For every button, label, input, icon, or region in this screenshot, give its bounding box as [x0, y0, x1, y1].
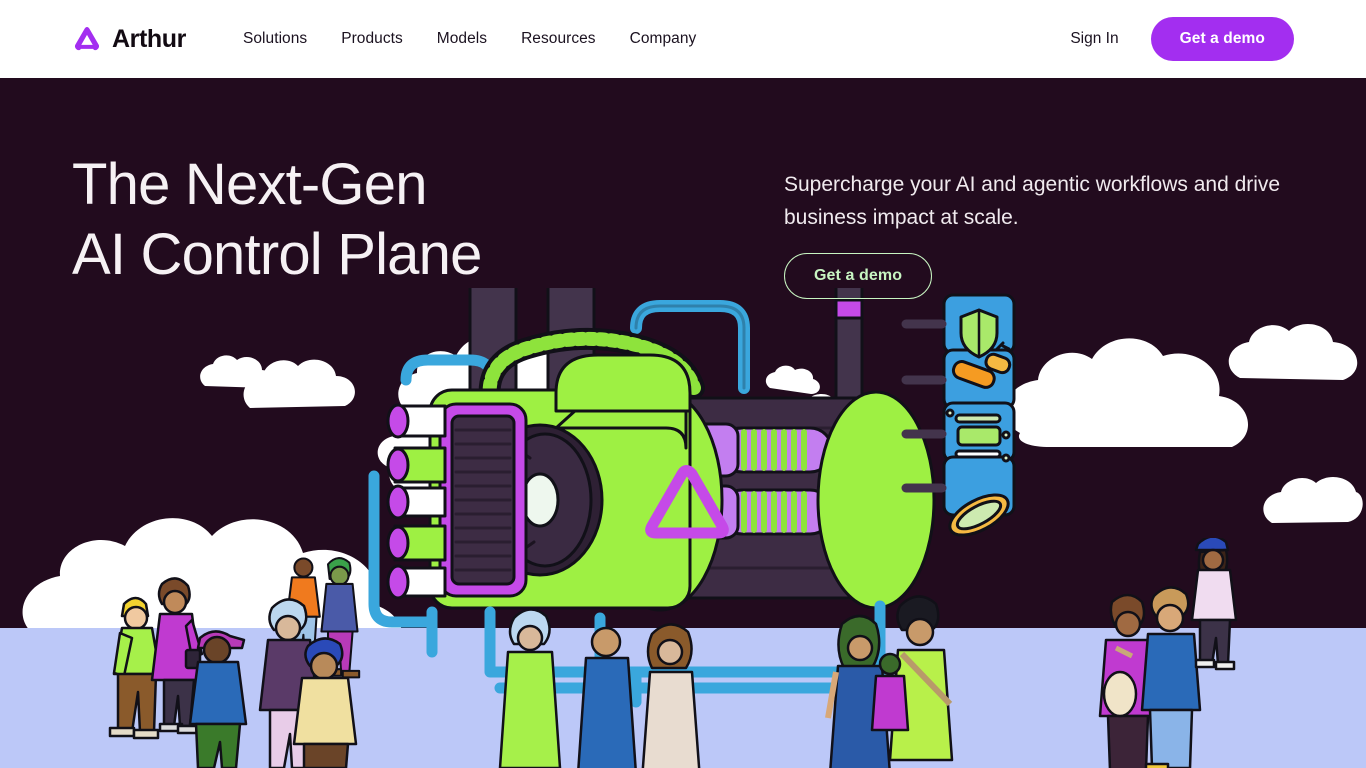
hero-subtitle: Supercharge your AI and agentic workflow…: [784, 173, 1281, 229]
brand-name: Arthur: [112, 24, 186, 53]
brand-logo-link[interactable]: Arthur: [72, 24, 186, 54]
header-actions: Sign In Get a demo: [1070, 17, 1294, 61]
landing-page: Arthur Solutions Products Models Resourc…: [0, 0, 1366, 768]
crowd-illustration: [108, 538, 1238, 768]
hero-scene: The Next-Gen AI Control Plane Supercharg…: [0, 78, 1366, 768]
page-title: The Next-Gen AI Control Plane: [72, 152, 482, 287]
nav-item-models[interactable]: Models: [437, 30, 487, 48]
nav-item-solutions[interactable]: Solutions: [243, 30, 307, 48]
site-header: Arthur Solutions Products Models Resourc…: [0, 0, 1366, 78]
nav-item-products[interactable]: Products: [341, 30, 403, 48]
nav-item-company[interactable]: Company: [630, 30, 697, 48]
hero-get-a-demo-button[interactable]: Get a demo: [784, 253, 933, 299]
sign-in-link[interactable]: Sign In: [1070, 30, 1118, 48]
arthur-triangle-logo-icon: [72, 24, 102, 54]
nav-item-resources[interactable]: Resources: [521, 30, 596, 48]
main-nav: Solutions Products Models Resources Comp…: [243, 30, 696, 48]
header-get-a-demo-button[interactable]: Get a demo: [1150, 17, 1294, 61]
